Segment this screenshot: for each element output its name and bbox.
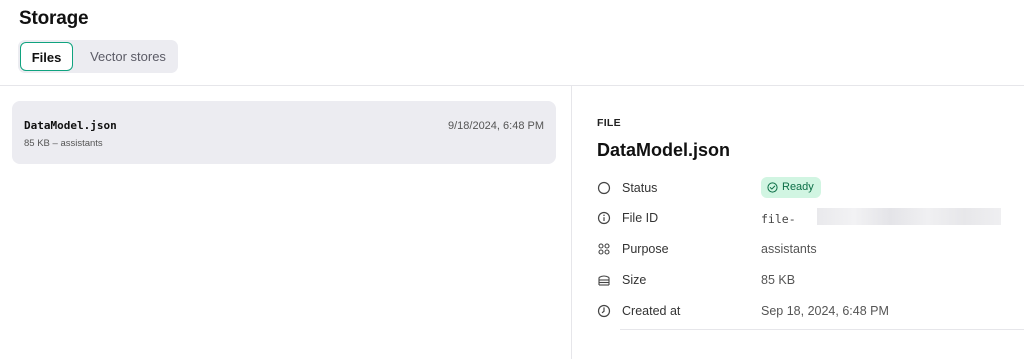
- status-badge: Ready: [761, 177, 821, 198]
- tab-files[interactable]: Files: [20, 42, 73, 71]
- size-value: 85 KB: [761, 273, 796, 287]
- tab-vector-stores[interactable]: Vector stores: [84, 40, 172, 73]
- file-id-row: File ID file-: [597, 208, 1017, 228]
- size-row: Size 85 KB: [597, 270, 1017, 290]
- status-row: Status Ready: [597, 177, 1017, 198]
- page-title: Storage: [19, 8, 89, 29]
- file-list-item[interactable]: DataModel.json 85 KB – assistants 9/18/2…: [12, 101, 556, 164]
- created-row: Created at Sep 18, 2024, 6:48 PM: [597, 301, 1017, 321]
- file-id-redacted: [817, 208, 1001, 225]
- detail-kicker: FILE: [597, 117, 621, 129]
- file-id-label: File ID: [622, 211, 659, 225]
- detail-divider: [620, 329, 1024, 330]
- created-label: Created at: [622, 304, 681, 318]
- clock-icon: [597, 304, 611, 318]
- detail-title: DataModel.json: [597, 140, 731, 160]
- info-icon: [597, 211, 611, 225]
- pane-divider: [571, 86, 572, 359]
- check-circle-icon: [767, 182, 778, 193]
- file-list-item-meta: 85 KB – assistants: [24, 138, 103, 149]
- header-divider: [0, 85, 1024, 86]
- status-label: Status: [622, 181, 658, 195]
- database-icon: [598, 275, 610, 286]
- file-id-value: file-: [761, 212, 796, 226]
- storage-tabs: Files Vector stores: [18, 40, 178, 73]
- purpose-value: assistants: [761, 242, 817, 256]
- grid-icon: [598, 243, 610, 255]
- purpose-label: Purpose: [622, 242, 669, 256]
- purpose-row: Purpose assistants: [597, 239, 1017, 259]
- size-label: Size: [622, 273, 647, 287]
- file-list-item-date: 9/18/2024, 6:48 PM: [447, 120, 544, 132]
- status-badge-text: Ready: [782, 181, 814, 193]
- created-value: Sep 18, 2024, 6:48 PM: [761, 304, 889, 318]
- file-list-item-name: DataModel.json: [24, 119, 117, 132]
- circle-icon: [597, 181, 611, 195]
